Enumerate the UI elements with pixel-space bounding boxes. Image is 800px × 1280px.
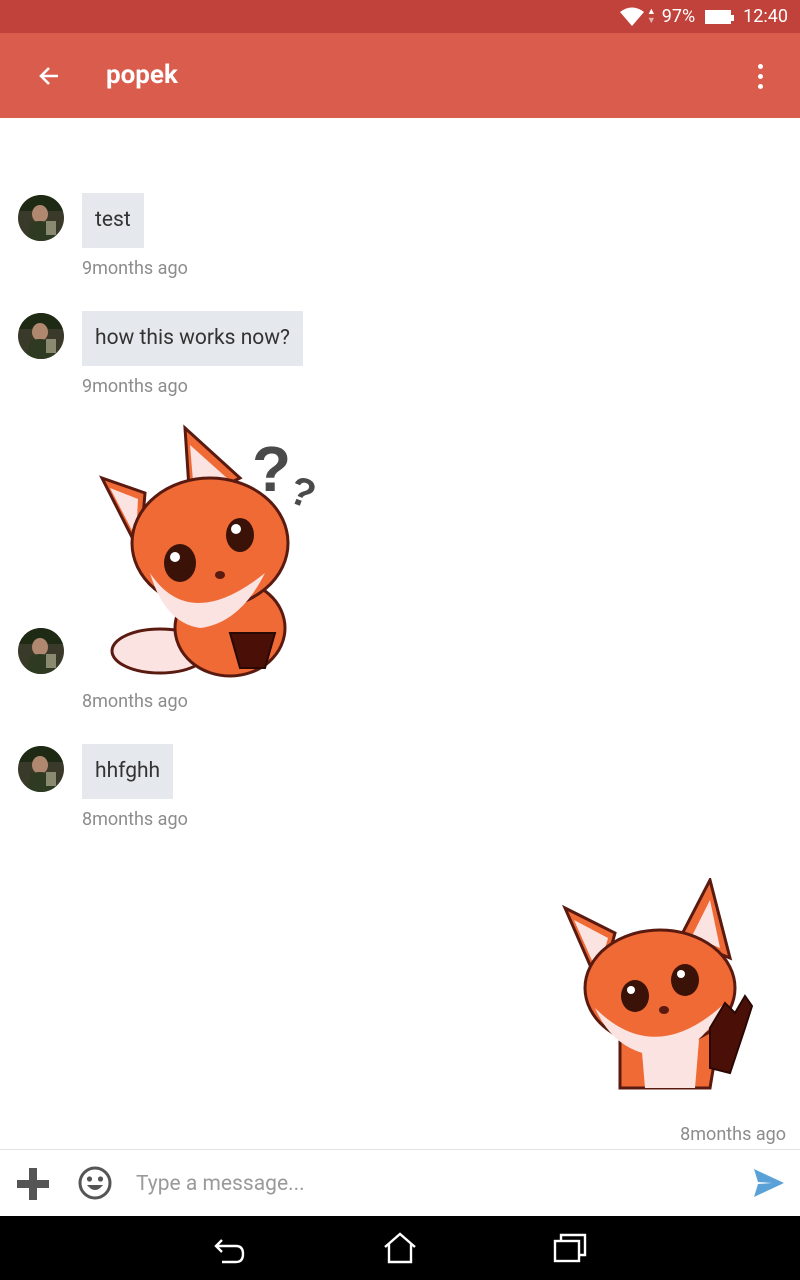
avatar[interactable] [18,313,64,359]
message-bubble[interactable]: how this works now? [82,311,303,366]
attach-button[interactable] [14,1165,52,1203]
emoji-button[interactable] [77,1165,113,1201]
battery-percent: 97% [661,6,696,27]
avatar[interactable] [18,195,64,241]
message-list[interactable]: test 9months ago how this works now? 9mo… [0,118,800,1148]
message-timestamp: 9months ago [82,258,188,279]
message-composer [0,1149,800,1216]
avatar[interactable] [18,746,64,792]
system-nav-bar [0,1216,800,1280]
app-bar: popek [0,33,800,118]
message-timestamp: 8months ago [680,1124,786,1145]
plus-icon [17,1168,49,1200]
smile-icon [78,1166,112,1200]
message-bubble[interactable]: test [82,193,144,248]
back-button[interactable] [30,57,68,95]
data-activity-icon: ▲ ▼ [646,6,656,26]
chat-title: popek [106,60,178,90]
nav-back-icon[interactable] [212,1230,248,1266]
status-bar: ▲ ▼ 97% 12:40 [0,0,800,33]
avatar[interactable] [18,628,64,674]
message-input[interactable] [136,1162,736,1206]
nav-recents-icon[interactable] [552,1230,588,1266]
clock: 12:40 [743,6,788,27]
arrow-left-icon [39,67,58,85]
message-timestamp: 9months ago [82,376,188,397]
fox-wave-sticker[interactable] [560,878,760,1093]
wifi-icon [619,7,644,26]
send-button[interactable] [752,1167,786,1199]
battery-icon [705,9,735,24]
message-bubble[interactable]: hhfghh [82,744,174,799]
message-timestamp: 8months ago [82,809,188,830]
message-timestamp: 8months ago [82,691,188,712]
more-vert-icon [757,63,763,69]
fox-question-sticker[interactable]: ? ? [90,423,330,683]
nav-home-icon[interactable] [382,1230,418,1266]
send-icon [754,1169,784,1197]
more-options-button[interactable] [748,57,772,95]
